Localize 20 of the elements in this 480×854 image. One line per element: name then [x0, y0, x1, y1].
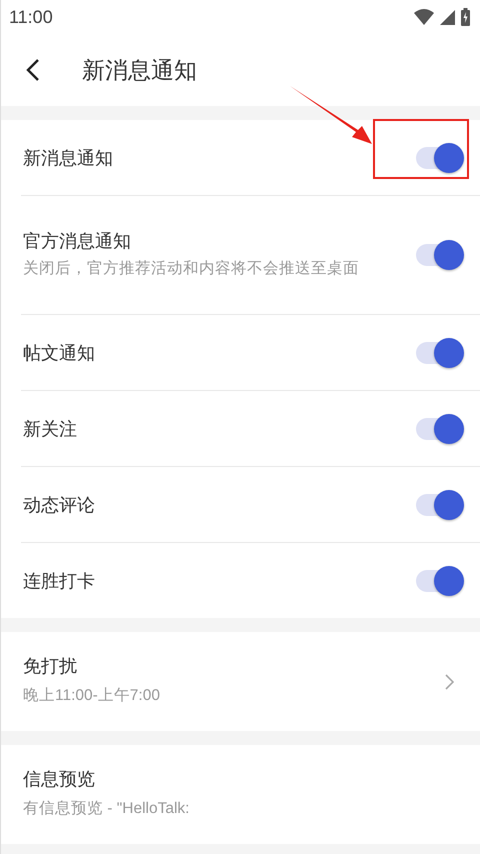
setting-label: 连胜打卡 [23, 570, 95, 592]
settings-row[interactable]: 免打扰 晚上11:00-上午7:00 [1, 632, 480, 731]
signal-icon [440, 10, 455, 24]
setting-label: 新消息通知 [23, 146, 113, 170]
status-time: 11:00 [9, 6, 53, 28]
wifi-icon [414, 9, 434, 25]
setting-label: 新关注 [23, 418, 77, 440]
setting-label: 动态评论 [23, 494, 95, 516]
setting-value: 有信息预览 - "HelloTalk: [23, 799, 190, 820]
battery-icon [461, 8, 470, 26]
setting-description: 关闭后，官方推荐活动和内容将不会推送至桌面 [23, 258, 359, 279]
setting-label: 官方消息通知 [23, 230, 132, 253]
page-title: 新消息通知 [82, 56, 197, 86]
setting-label: 信息预览 [23, 768, 96, 792]
setting-label: 帖文通知 [23, 342, 95, 364]
back-icon[interactable] [26, 58, 40, 82]
chevron-icon [445, 674, 454, 690]
setting-value: 晚上11:00-上午7:00 [23, 686, 160, 706]
setting-label: 免打扰 [23, 655, 78, 678]
settings-row[interactable]: 信息预览 有信息预览 - "HelloTalk: [1, 745, 480, 844]
